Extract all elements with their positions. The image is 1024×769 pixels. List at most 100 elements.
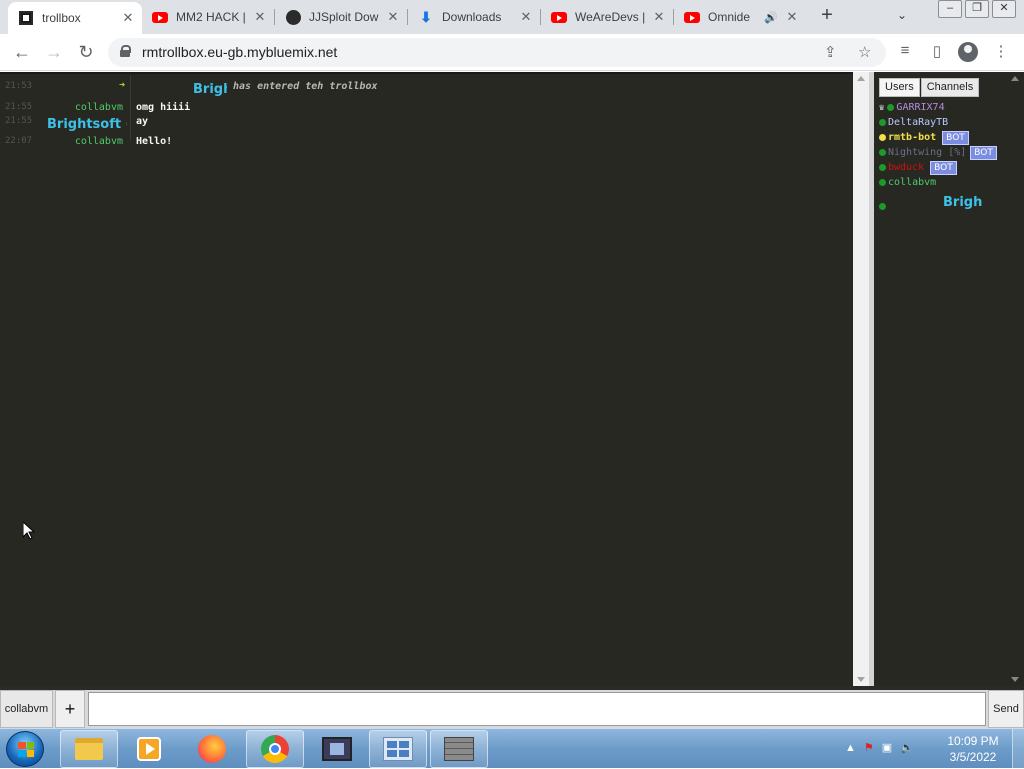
chrome-icon[interactable]: [246, 730, 304, 768]
scroll-down-icon[interactable]: [857, 677, 865, 682]
maximize-button[interactable]: ❐: [965, 0, 989, 18]
message-time: 21:53: [5, 81, 33, 91]
media-player-icon[interactable]: [120, 730, 178, 768]
explorer-icon[interactable]: [60, 730, 118, 768]
message-nick[interactable]: Brightsoft (c: [47, 117, 127, 132]
message-nick[interactable]: Brigh: [193, 82, 227, 97]
chat-log: 21:53 ➜ Brigh has entered teh trollbox 2…: [0, 72, 853, 686]
firefox-icon[interactable]: [183, 730, 241, 768]
audio-playing-icon[interactable]: 🔊: [764, 11, 778, 24]
bookmark-star-icon[interactable]: ☆: [858, 43, 871, 61]
tab-users[interactable]: Users: [879, 78, 920, 97]
message-time: 21:55: [5, 102, 33, 112]
close-icon[interactable]: ✕: [120, 10, 136, 26]
volume-icon[interactable]: 🔈: [900, 741, 914, 754]
forward-icon[interactable]: →: [42, 41, 66, 65]
message-time: 21:55: [5, 116, 33, 126]
media-control-icon[interactable]: ≡: [894, 42, 916, 64]
user-item-deltaraytb[interactable]: DeltaRayTB: [879, 115, 1007, 130]
tab-trollbox[interactable]: trollbox ✕: [8, 2, 142, 34]
chat-message: 21:53 ➜ Brigh has entered teh trollbox: [0, 80, 850, 97]
url-text[interactable]: rmtrollbox.eu-gb.mybluemix.net: [142, 44, 337, 60]
message-time: 22:07: [5, 136, 33, 146]
user-item-collabvm[interactable]: collabvm: [879, 175, 1007, 190]
window-controls: – ❐ ✕: [935, 0, 1016, 18]
tab-downloads[interactable]: ⬇ Downloads ✕: [408, 0, 541, 34]
user-name: collabvm: [888, 177, 937, 188]
tab-title: Downloads: [442, 10, 502, 24]
tab-search-icon[interactable]: ⌄: [897, 8, 907, 22]
message-text: ay: [136, 116, 149, 127]
address-bar[interactable]: rmtrollbox.eu-gb.mybluemix.net ⇪ ☆: [108, 38, 886, 67]
trollbox-icon: [18, 10, 34, 26]
back-icon[interactable]: ←: [10, 41, 34, 65]
tab-title: trollbox: [42, 11, 81, 25]
message-nick[interactable]: collabvm: [75, 102, 123, 113]
action-center-icon[interactable]: ⚑: [864, 741, 874, 754]
bot-badge: BOT: [970, 145, 997, 160]
send-button[interactable]: Send: [988, 690, 1024, 728]
user-item-nightwing[interactable]: Nightwing [%] BOT: [879, 145, 1007, 160]
user-name: Nightwing [%]: [888, 147, 967, 158]
chat-scrollbar[interactable]: [853, 72, 869, 686]
chat-message: 21:55 Brightsoft (c ay: [0, 115, 850, 132]
tab-wearedevs[interactable]: WeAreDevs | ✕: [541, 0, 674, 34]
reload-icon[interactable]: ↻: [74, 41, 98, 65]
tab-mm2-hack[interactable]: MM2 HACK | ✕: [142, 0, 275, 34]
clock-time: 10:09 PM: [947, 734, 999, 748]
clock[interactable]: 10:09 PM 3/5/2022: [938, 733, 1008, 765]
lock-icon[interactable]: [120, 45, 131, 57]
user-list-scrollbar[interactable]: [1006, 72, 1024, 686]
menu-dots-icon[interactable]: ⋮: [990, 42, 1012, 64]
close-icon[interactable]: ✕: [385, 9, 401, 25]
close-icon[interactable]: ✕: [784, 9, 800, 25]
movie-maker-icon[interactable]: [308, 730, 366, 768]
user-item-brigh[interactable]: Brigh: [879, 190, 1007, 214]
status-dot: [879, 134, 886, 141]
user-item-garrix74[interactable]: ♛ GARRIX74: [879, 100, 1007, 115]
windows-logo-icon: [18, 742, 34, 757]
add-button[interactable]: +: [55, 690, 85, 728]
status-dot: [887, 104, 895, 111]
youtube-icon: [152, 9, 168, 25]
minimize-button[interactable]: –: [938, 0, 962, 18]
message-input[interactable]: [88, 692, 986, 726]
user-name: rmtb-bot: [888, 132, 937, 143]
scroll-up-icon[interactable]: [1011, 76, 1019, 81]
join-arrow-icon: ➜: [119, 80, 126, 91]
message-text: Hello!: [136, 136, 173, 147]
network-icon[interactable]: ▣: [882, 741, 892, 754]
taskbar: ▲ ⚑ ▣ 🔈 10:09 PM 3/5/2022: [0, 728, 1024, 769]
close-window-button[interactable]: ✕: [992, 0, 1016, 18]
bot-badge: BOT: [942, 130, 969, 145]
scroll-down-icon[interactable]: [1011, 677, 1019, 682]
tab-omnide[interactable]: Omnide 🔊 ✕: [674, 0, 806, 34]
chat-message: 21:55 collabvm omg hiiii: [0, 101, 850, 115]
user-name: bwduck: [888, 162, 925, 173]
user-item-rmtb-bot[interactable]: rmtb-bot BOT: [879, 130, 1007, 145]
nick-button[interactable]: collabvm: [0, 690, 53, 728]
show-desktop-button[interactable]: [1012, 729, 1024, 769]
profile-avatar[interactable]: [958, 42, 980, 64]
start-button[interactable]: [6, 731, 44, 767]
youtube-icon: [551, 9, 567, 25]
close-icon[interactable]: ✕: [518, 9, 534, 25]
user-name: GARRIX74: [896, 102, 945, 113]
side-panel-icon[interactable]: ▯: [926, 42, 948, 64]
close-icon[interactable]: ✕: [651, 9, 667, 25]
user-item-bwduck[interactable]: bwduck BOT: [879, 160, 1007, 175]
new-tab-button[interactable]: +: [817, 5, 837, 26]
tab-channels[interactable]: Channels: [920, 78, 980, 97]
status-dot: [879, 202, 886, 210]
tab-jjsploit[interactable]: JJSploit Dow ✕: [275, 0, 408, 34]
close-icon[interactable]: ✕: [252, 9, 268, 25]
scroll-up-icon[interactable]: [857, 76, 865, 81]
control-panel-icon[interactable]: [369, 730, 427, 768]
trollbox-page: 21:53 ➜ Brigh has entered teh trollbox 2…: [0, 72, 1024, 690]
share-icon[interactable]: ⇪: [824, 43, 837, 61]
message-nick[interactable]: collabvm: [75, 136, 123, 147]
chat-message: 22:07 collabvm Hello!: [0, 135, 850, 149]
download-icon: ⬇: [420, 8, 432, 25]
show-hidden-icons-icon[interactable]: ▲: [845, 742, 856, 754]
firewall-icon[interactable]: [430, 730, 488, 768]
